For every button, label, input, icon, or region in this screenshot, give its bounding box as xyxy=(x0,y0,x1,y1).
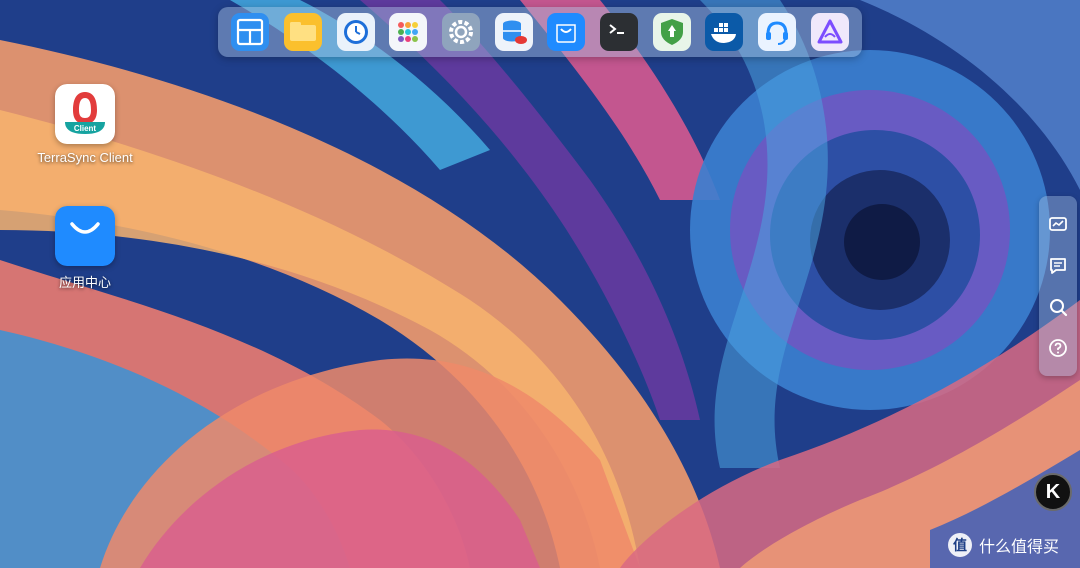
search-icon[interactable] xyxy=(1045,294,1071,320)
layout-grid-icon[interactable] xyxy=(231,13,270,51)
app-dock xyxy=(218,7,862,57)
database-icon[interactable] xyxy=(494,13,533,51)
desktop-icon-label: 应用中心 xyxy=(58,275,111,290)
apps-grid-icon[interactable] xyxy=(389,13,428,51)
folder-icon[interactable] xyxy=(283,13,322,51)
app-store-bag-icon xyxy=(55,206,115,266)
help-icon[interactable] xyxy=(1045,335,1071,361)
support-headset-icon[interactable] xyxy=(757,13,796,51)
app-store-bag-icon[interactable] xyxy=(547,13,586,51)
desktop-icon-app-center[interactable]: 应用中心 xyxy=(30,206,140,291)
terrasync-client-icon: Client xyxy=(55,84,115,144)
message-icon[interactable] xyxy=(1045,253,1071,279)
terminal-icon[interactable] xyxy=(599,13,638,51)
triangle-app-icon[interactable] xyxy=(810,13,849,51)
settings-gear-icon[interactable] xyxy=(441,13,480,51)
desktop-icon-label: TerraSync Client xyxy=(37,150,133,165)
avatar-letter: K xyxy=(1045,480,1061,503)
desktop-icon-terrasync-client[interactable]: Client TerraSync Client xyxy=(30,84,140,165)
clock-icon[interactable] xyxy=(336,13,375,51)
client-badge-text: Client xyxy=(74,124,97,133)
monitor-chart-icon[interactable] xyxy=(1045,212,1071,238)
desktop-wallpaper xyxy=(0,0,1080,568)
user-avatar[interactable]: K xyxy=(1034,473,1072,511)
watermark-text: 什么值得买 xyxy=(979,537,1060,556)
side-toolbar xyxy=(1039,196,1077,376)
watermark-logo: 值 xyxy=(948,533,972,557)
docker-whale-icon[interactable] xyxy=(705,13,744,51)
security-shield-icon[interactable] xyxy=(652,13,691,51)
watermark: 值 什么值得买 xyxy=(948,532,1059,558)
